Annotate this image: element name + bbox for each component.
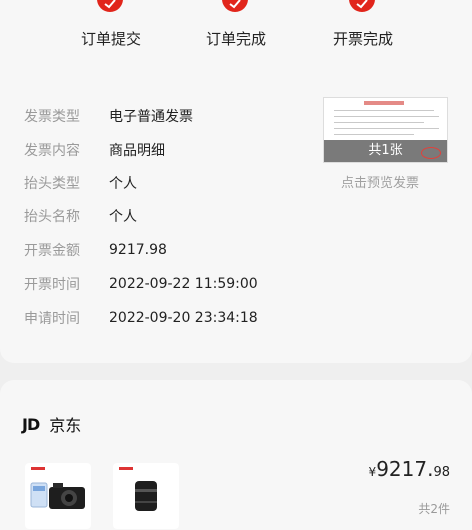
invoice-header-mark [364, 101, 404, 105]
field-apply-time: 申请时间 2022-09-20 23:34:18 [24, 308, 258, 328]
field-label: 开票时间 [24, 277, 80, 293]
field-invoice-content: 发票内容 商品明细 [24, 140, 165, 160]
step-label-order-submitted: 订单提交 [80, 30, 142, 48]
field-value: 个人 [109, 209, 137, 225]
product-thumbnail-camera[interactable] [25, 463, 91, 529]
invoice-card: 订单提交 订单完成 开票完成 发票类型 电子普通发票 发票内容 商品明细 抬头类… [0, 0, 472, 363]
item-count: 共2件 [418, 502, 450, 516]
field-value: 2022-09-22 11:59:00 [109, 276, 258, 292]
field-label: 抬头类型 [24, 176, 80, 192]
preview-invoice-link[interactable]: 点击预览发票 [341, 172, 419, 191]
step-1-check-icon [97, 0, 123, 12]
field-title-name: 抬头名称 个人 [24, 206, 137, 226]
field-value: 个人 [109, 176, 137, 192]
field-label: 抬头名称 [24, 209, 80, 225]
field-label: 发票内容 [24, 143, 80, 159]
brand-mark [119, 467, 133, 470]
lens-icon [135, 481, 157, 511]
order-price: ¥9217.98 [369, 457, 450, 481]
jd-logo: JD [22, 414, 40, 434]
price-main: 9217. [376, 457, 434, 481]
field-label: 申请时间 [24, 311, 80, 327]
order-card: JD 京东 ¥9217.98 共2件 [0, 380, 472, 530]
field-value: 电子普通发票 [109, 109, 193, 125]
field-invoice-time: 开票时间 2022-09-22 11:59:00 [24, 274, 258, 294]
field-value: 商品明细 [109, 143, 165, 159]
camera-icon [30, 482, 85, 509]
step-label-invoice-completed: 开票完成 [332, 30, 394, 48]
brand-mark [31, 467, 45, 470]
step-label-order-completed: 订单完成 [205, 30, 267, 48]
shop-name: 京东 [49, 416, 82, 435]
field-label: 开票金额 [24, 243, 80, 259]
invoice-thumbnail[interactable]: 共1张 [323, 97, 448, 163]
price-cents: 98 [433, 465, 450, 480]
product-thumbnail-lens[interactable] [113, 463, 179, 529]
invoice-seal-icon [421, 147, 441, 159]
field-value: 2022-09-20 23:34:18 [109, 310, 258, 326]
field-title-type: 抬头类型 个人 [24, 173, 137, 193]
field-invoice-amount: 开票金额 9217.98 [24, 240, 167, 260]
shop-header[interactable]: JD 京东 [22, 412, 81, 436]
field-invoice-type: 发票类型 电子普通发票 [24, 106, 193, 126]
step-2-check-icon [222, 0, 248, 12]
field-value: 9217.98 [109, 242, 167, 258]
step-3-check-icon [349, 0, 375, 12]
field-label: 发票类型 [24, 109, 80, 125]
